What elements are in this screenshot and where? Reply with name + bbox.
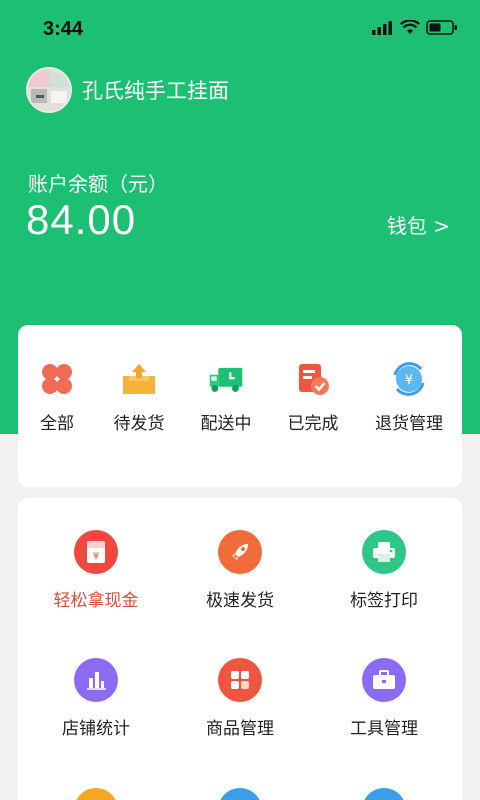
cellular-signal-icon [372, 20, 392, 35]
order-in-delivery[interactable]: 配送中 [182, 361, 270, 434]
status-bar: 3:44 [0, 0, 480, 60]
order-all[interactable]: 全部 [13, 361, 101, 434]
wifi-icon [400, 20, 420, 34]
service-easy-cash-label: 轻松拿现金 [53, 591, 139, 611]
partial-service-icon-1[interactable] [74, 788, 118, 800]
avatar-image [28, 69, 70, 111]
service-tool-management[interactable]: 工具管理 [310, 658, 458, 739]
shop-avatar[interactable] [26, 67, 72, 113]
orders-card: 全部 待发货 配送中 已完成 ¥ 退货管理 [18, 325, 462, 487]
services-card: ¥ 轻松拿现金 极速发货 标签打印 店铺统计 商品管理 工具管理 [18, 498, 462, 800]
printer-icon [362, 530, 406, 574]
service-fast-shipping-label: 极速发货 [206, 591, 274, 611]
rocket-icon [218, 530, 262, 574]
balance-value: 84.00 [26, 196, 137, 243]
shop-header[interactable]: 孔氏纯手工挂面 [26, 67, 229, 113]
service-product-management[interactable]: 商品管理 [166, 658, 314, 739]
toolbox-icon [362, 658, 406, 702]
order-refund[interactable]: ¥ 退货管理 [365, 361, 453, 434]
order-delivery-label: 配送中 [200, 414, 252, 434]
battery-icon [426, 20, 457, 35]
red-envelope-icon: ¥ [74, 530, 118, 574]
partial-service-icon-2[interactable] [218, 788, 262, 800]
refund-icon: ¥ [391, 361, 427, 397]
order-pending-label: 待发货 [113, 414, 165, 434]
svg-text:¥: ¥ [93, 551, 99, 562]
all-orders-icon [39, 361, 75, 397]
service-tool-management-label: 工具管理 [350, 719, 418, 739]
status-time: 3:44 [43, 18, 84, 40]
service-product-management-label: 商品管理 [206, 719, 274, 739]
svg-text:¥: ¥ [405, 373, 413, 388]
service-label-print-label: 标签打印 [350, 591, 418, 611]
order-completed-label: 已完成 [287, 414, 339, 434]
order-all-label: 全部 [40, 414, 74, 434]
balance-label: 账户余额（元） [28, 172, 168, 196]
service-store-stats-label: 店铺统计 [62, 719, 130, 739]
completed-icon [295, 361, 331, 397]
service-label-print[interactable]: 标签打印 [310, 530, 458, 611]
wallet-link[interactable]: 钱包 > [387, 210, 450, 239]
service-fast-shipping[interactable]: 极速发货 [166, 530, 314, 611]
order-refund-label: 退货管理 [375, 414, 443, 434]
service-easy-cash[interactable]: ¥ 轻松拿现金 [22, 530, 170, 611]
order-completed[interactable]: 已完成 [269, 361, 357, 434]
status-icons [372, 20, 458, 35]
pending-shipment-icon [121, 361, 157, 397]
delivery-truck-icon [208, 361, 244, 397]
shop-name: 孔氏纯手工挂面 [82, 79, 229, 103]
service-store-stats[interactable]: 店铺统计 [22, 658, 170, 739]
bar-chart-icon [74, 658, 118, 702]
grid-icon [218, 658, 262, 702]
partial-service-icon-3[interactable] [362, 788, 406, 800]
order-pending-shipment[interactable]: 待发货 [95, 361, 183, 434]
